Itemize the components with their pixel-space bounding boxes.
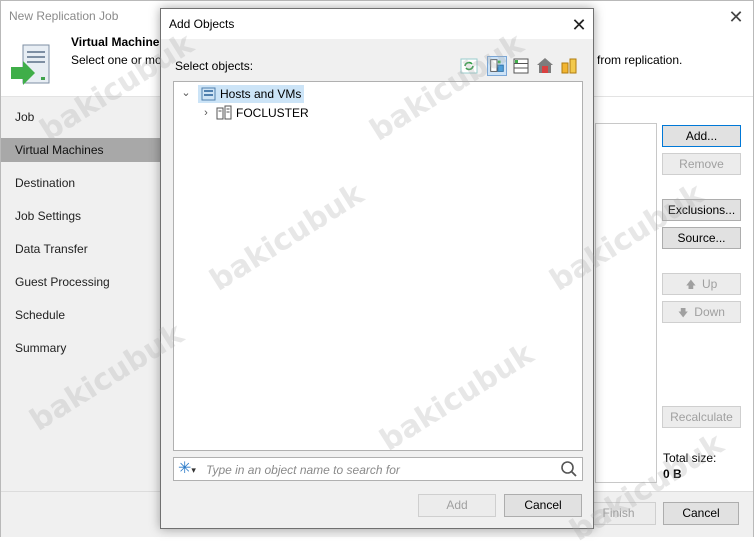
step-schedule[interactable]: Schedule: [1, 303, 161, 327]
source-button[interactable]: Source...: [662, 227, 741, 249]
remove-vm-button[interactable]: Remove: [662, 153, 741, 175]
object-search-box: ✳▾: [173, 457, 583, 481]
select-objects-label: Select objects:: [175, 59, 254, 73]
chevron-down-icon[interactable]: ⌄: [180, 83, 192, 103]
arrow-down-icon: 🡇: [678, 308, 689, 319]
add-objects-dialog: Add Objects ✕ Select objects: ⌄ Hosts an…: [160, 8, 594, 529]
page-description-tail: from replication.: [597, 53, 683, 67]
move-down-label: Down: [694, 305, 725, 319]
page-title: Virtual Machines: [71, 35, 167, 49]
dialog-add-button[interactable]: Add: [418, 494, 496, 517]
search-icon[interactable]: [560, 460, 578, 478]
cluster-icon: [216, 105, 232, 120]
tree-root-label-box: Hosts and VMs: [198, 85, 305, 103]
step-summary[interactable]: Summary: [1, 336, 161, 360]
wizard-steps-sidebar: Job Virtual Machines Destination Job Set…: [1, 97, 161, 537]
step-guest-processing[interactable]: Guest Processing: [1, 270, 161, 294]
tree-row-focluster[interactable]: › FOCLUSTER: [174, 103, 582, 123]
object-search-input[interactable]: [204, 460, 556, 480]
hosts-and-clusters-view-icon[interactable]: [487, 56, 507, 76]
exclusions-button[interactable]: Exclusions...: [662, 199, 741, 221]
total-size-value: 0 B: [663, 467, 682, 481]
search-filter-icon[interactable]: ✳▾: [178, 460, 196, 479]
add-vm-button[interactable]: Add...: [662, 125, 741, 147]
wizard-cancel-button[interactable]: Cancel: [663, 502, 739, 525]
step-job[interactable]: Job: [1, 105, 161, 129]
dialog-close-icon[interactable]: ✕: [567, 13, 591, 37]
total-size-label: Total size:: [663, 451, 717, 465]
tree-root-label: Hosts and VMs: [220, 87, 302, 101]
move-up-label: Up: [701, 277, 718, 291]
chevron-right-icon[interactable]: ›: [200, 103, 212, 123]
server-replication-icon: [11, 44, 50, 85]
page-description: Select one or mo: [71, 53, 162, 67]
tree-item-label: FOCLUSTER: [236, 106, 309, 120]
recalculate-button[interactable]: Recalculate: [662, 406, 741, 428]
move-down-button[interactable]: 🡇 Down: [662, 301, 741, 323]
dialog-body: Select objects: ⌄ Hosts and VMs › FOCLUS…: [161, 39, 593, 528]
refresh-icon[interactable]: [459, 56, 479, 76]
dialog-title: Add Objects: [169, 17, 235, 31]
tags-view-icon[interactable]: [559, 56, 579, 76]
dialog-cancel-button[interactable]: Cancel: [504, 494, 582, 517]
window-close-icon[interactable]: ✕: [723, 4, 749, 30]
step-job-settings[interactable]: Job Settings: [1, 204, 161, 228]
object-tree[interactable]: ⌄ Hosts and VMs › FOCLUSTER: [173, 81, 583, 451]
window-title: New Replication Job: [9, 9, 119, 23]
datastores-view-icon[interactable]: [535, 56, 555, 76]
move-up-button[interactable]: 🡅 Up: [662, 273, 741, 295]
arrow-up-icon: 🡅: [685, 280, 696, 291]
step-virtual-machines[interactable]: Virtual Machines: [1, 138, 161, 162]
step-destination[interactable]: Destination: [1, 171, 161, 195]
step-data-transfer[interactable]: Data Transfer: [1, 237, 161, 261]
vms-and-templates-view-icon[interactable]: [511, 56, 531, 76]
vm-list-table[interactable]: [595, 123, 657, 483]
tree-row-hosts-and-vms[interactable]: ⌄ Hosts and VMs: [174, 83, 582, 103]
vcenter-server-icon: [201, 87, 216, 101]
